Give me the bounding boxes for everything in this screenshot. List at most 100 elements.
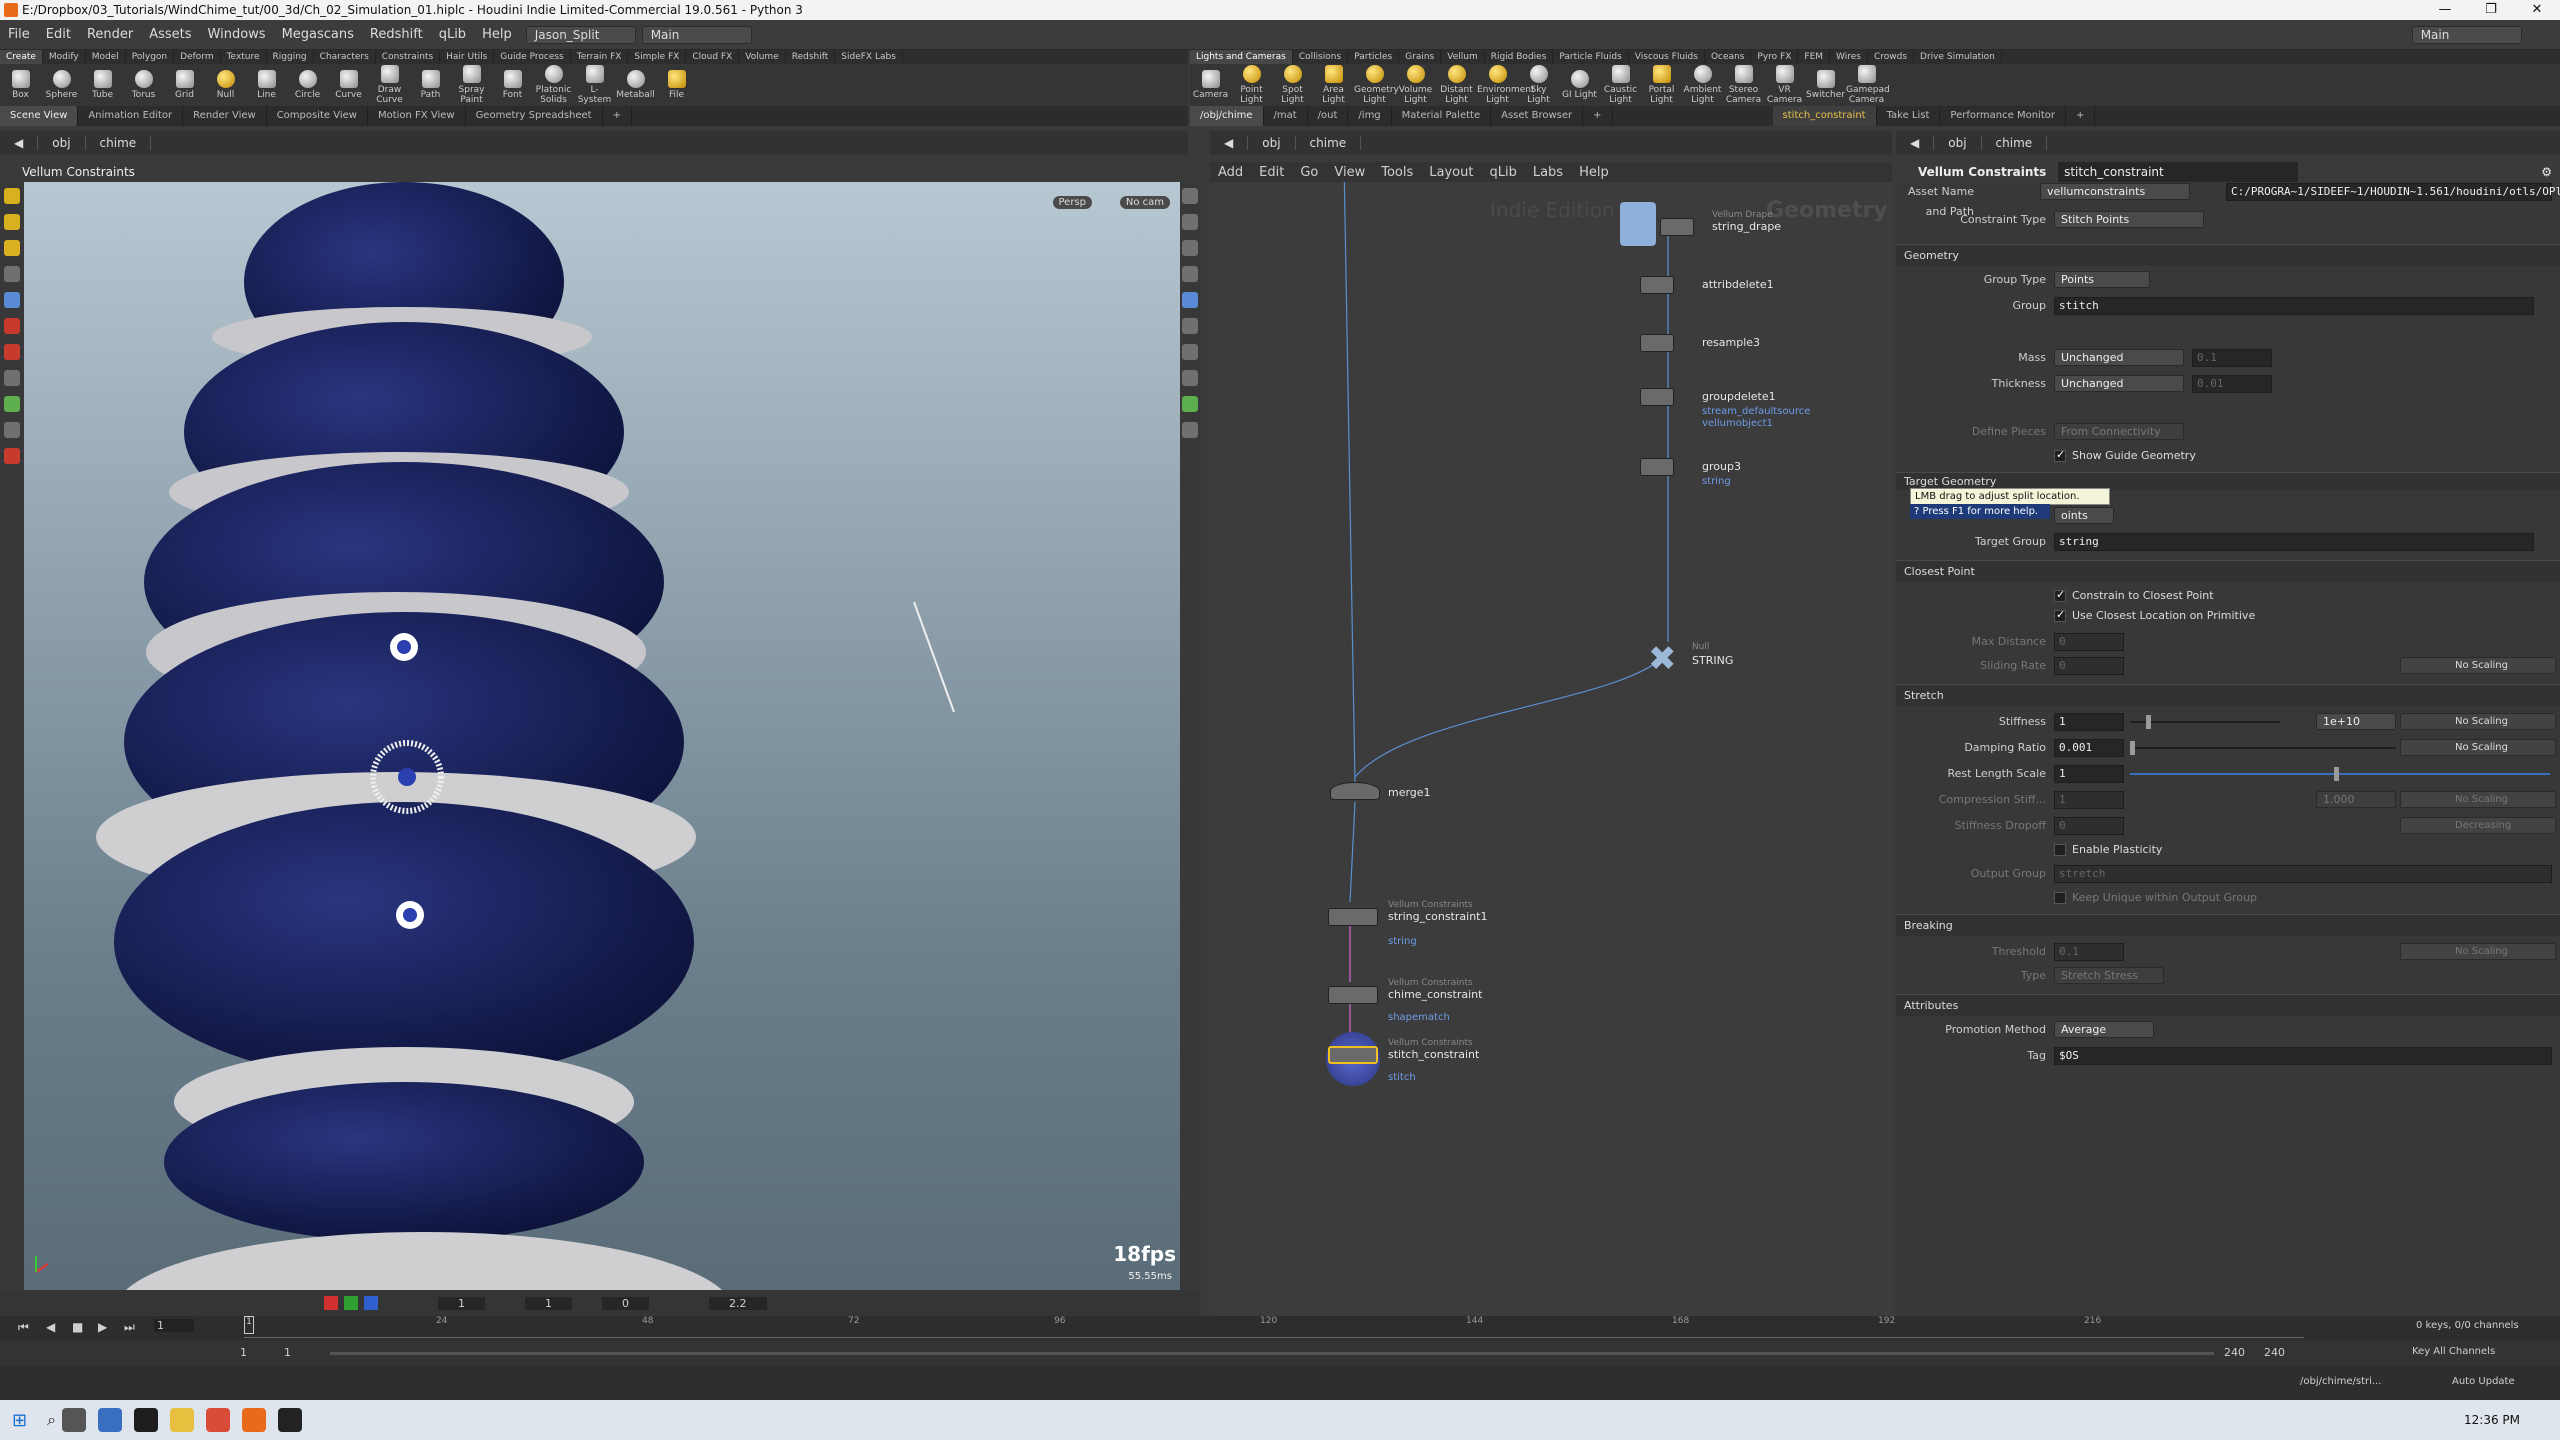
camera-menu[interactable]: No cam <box>1119 196 1170 209</box>
group-type-menu[interactable]: Points <box>2054 271 2150 288</box>
tool-draw-curve[interactable]: Draw Curve <box>369 65 410 105</box>
shelf-tab[interactable]: Volume <box>739 50 786 64</box>
value-field-4[interactable]: 2.2 <box>709 1296 767 1310</box>
node-name-field[interactable]: stitch_constraint <box>2058 162 2299 182</box>
scaling-menu[interactable]: No Scaling <box>2400 713 2556 730</box>
shelf2-tab[interactable]: Grains <box>1399 50 1442 64</box>
shelf2-tab[interactable]: Crowds <box>1868 50 1915 64</box>
shelf-tab[interactable]: Terrain FX <box>571 50 629 64</box>
rotate-tool-icon[interactable] <box>4 344 20 360</box>
color-red-icon[interactable] <box>324 1296 338 1310</box>
shelf2-tab[interactable]: Particle Fluids <box>1553 50 1629 64</box>
ghost-icon[interactable] <box>1182 344 1198 360</box>
wireframe-icon[interactable] <box>1182 214 1198 230</box>
menu-qlib[interactable]: qLib <box>431 27 474 42</box>
node-merge1[interactable] <box>1330 782 1380 800</box>
section-closest[interactable]: Closest Point <box>1896 560 2560 582</box>
shelf2-tab[interactable]: FEM <box>1798 50 1831 64</box>
node-chime-constraint[interactable] <box>1328 986 1378 1004</box>
target-group-field[interactable]: string <box>2054 533 2534 551</box>
tool-geometry-light[interactable]: Geometry Light <box>1354 65 1399 105</box>
stop-icon[interactable]: ■ <box>72 1320 83 1334</box>
camera-icon[interactable] <box>1182 318 1198 334</box>
max-distance-field[interactable]: 0 <box>2054 633 2124 651</box>
mass-menu[interactable]: Unchanged <box>2054 349 2184 366</box>
section-stretch[interactable]: Stretch <box>1896 684 2560 706</box>
compression-multiplier[interactable]: 1.000 <box>2316 791 2396 808</box>
lock-icon[interactable] <box>1182 240 1198 256</box>
tab-mat[interactable]: /mat <box>1264 106 1308 126</box>
tool-point-light[interactable]: Point Light <box>1231 65 1272 105</box>
tool-font[interactable]: Font <box>492 70 533 100</box>
shelf2-tab[interactable]: Pyro FX <box>1751 50 1799 64</box>
tool-stereo-camera[interactable]: Stereo Camera <box>1723 65 1764 105</box>
tool-tube[interactable]: Tube <box>82 70 123 100</box>
shelf-tab[interactable]: Characters <box>314 50 376 64</box>
menu-megascans[interactable]: Megascans <box>274 27 362 42</box>
tool-line[interactable]: Line <box>246 70 287 100</box>
playhead[interactable]: 1 <box>244 1316 254 1334</box>
thickness-menu[interactable]: Unchanged <box>2054 375 2184 392</box>
tab-out[interactable]: /out <box>1308 106 1349 126</box>
tool-curve[interactable]: Curve <box>328 70 369 100</box>
close-button[interactable]: ✕ <box>2514 0 2560 20</box>
null-node-icon[interactable]: ✖ <box>1648 642 1677 676</box>
menu-assets[interactable]: Assets <box>141 27 199 42</box>
tab-animation-editor[interactable]: Animation Editor <box>78 106 184 126</box>
scaling-menu[interactable]: No Scaling <box>2400 943 2556 960</box>
desktop2-select[interactable]: Main <box>641 25 752 44</box>
scene-viewport[interactable]: Persp No cam 18fps 55.55ms <box>24 182 1180 1290</box>
value-field-1[interactable]: 1 <box>438 1296 485 1310</box>
range-start-2[interactable]: 1 <box>284 1346 291 1359</box>
tool-vr-camera[interactable]: VR Camera <box>1764 65 1805 105</box>
net-menu-help[interactable]: Help <box>1571 165 1617 180</box>
tool-box[interactable]: Box <box>0 70 41 100</box>
tool-lsystem[interactable]: L-System <box>574 65 615 105</box>
tool-ambient-light[interactable]: Ambient Light <box>1682 65 1723 105</box>
show-guide-checkbox[interactable] <box>2054 448 2066 462</box>
path-node[interactable]: chime <box>1982 136 2048 150</box>
desktop-select[interactable]: Jason_Split <box>525 25 636 44</box>
tab-img[interactable]: /img <box>1348 106 1392 126</box>
path-root[interactable]: obj <box>1934 136 1982 150</box>
tool-null[interactable]: Null <box>205 70 246 100</box>
tab-motion-fx[interactable]: Motion FX View <box>368 106 466 126</box>
net-menu-view[interactable]: View <box>1326 165 1373 180</box>
add-tab-button[interactable]: + <box>603 106 632 126</box>
tool-spray-paint[interactable]: Spray Paint <box>451 65 492 105</box>
tool-sphere[interactable]: Sphere <box>41 70 82 100</box>
tab-performance-monitor[interactable]: Performance Monitor <box>1940 106 2066 126</box>
node-resample3[interactable] <box>1640 334 1674 352</box>
play-icon[interactable]: ▶ <box>98 1320 107 1334</box>
add-tab-button[interactable]: + <box>1583 106 1613 126</box>
shelf-tab[interactable]: Simple FX <box>628 50 687 64</box>
mass-value[interactable]: 0.1 <box>2192 349 2272 367</box>
snap-icon[interactable] <box>4 396 20 412</box>
scale-tool-icon[interactable] <box>4 370 20 386</box>
move-tool-icon[interactable] <box>4 318 20 334</box>
tab-stitch-constraint[interactable]: stitch_constraint <box>1772 106 1877 126</box>
menu-file[interactable]: File <box>0 27 38 42</box>
time-slider[interactable]: 1 24 48 72 96 120 144 168 192 216 <box>244 1316 2304 1338</box>
net-menu-labs[interactable]: Labs <box>1525 165 1571 180</box>
tool-portal-light[interactable]: Portal Light <box>1641 65 1682 105</box>
shelf2-tab[interactable]: Viscous Fluids <box>1629 50 1705 64</box>
tool-file[interactable]: File <box>656 70 697 100</box>
constraint-type-menu[interactable]: Stitch Points <box>2054 211 2204 228</box>
shelf2-tab-lights[interactable]: Lights and Cameras <box>1190 50 1293 64</box>
tab-obj-chime[interactable]: /obj/chime <box>1190 106 1264 126</box>
tool-sky-light[interactable]: Sky Light <box>1518 65 1559 105</box>
menu-render[interactable]: Render <box>79 27 141 42</box>
stiffness-slider[interactable] <box>2130 721 2280 723</box>
menu-edit[interactable]: Edit <box>38 27 79 42</box>
shelf2-tab[interactable]: Collisions <box>1293 50 1349 64</box>
menu-help[interactable]: Help <box>474 27 520 42</box>
back-icon[interactable]: ◀ <box>1210 136 1249 150</box>
tab-scene-view[interactable]: Scene View <box>0 106 79 126</box>
thickness-value[interactable]: 0.01 <box>2192 375 2272 393</box>
shelf-tab[interactable]: Texture <box>221 50 267 64</box>
rest-length-field[interactable]: 1 <box>2054 765 2124 783</box>
node-group3[interactable] <box>1640 458 1674 476</box>
shelf2-tab[interactable]: Oceans <box>1705 50 1752 64</box>
houdini-icon[interactable] <box>242 1408 267 1432</box>
